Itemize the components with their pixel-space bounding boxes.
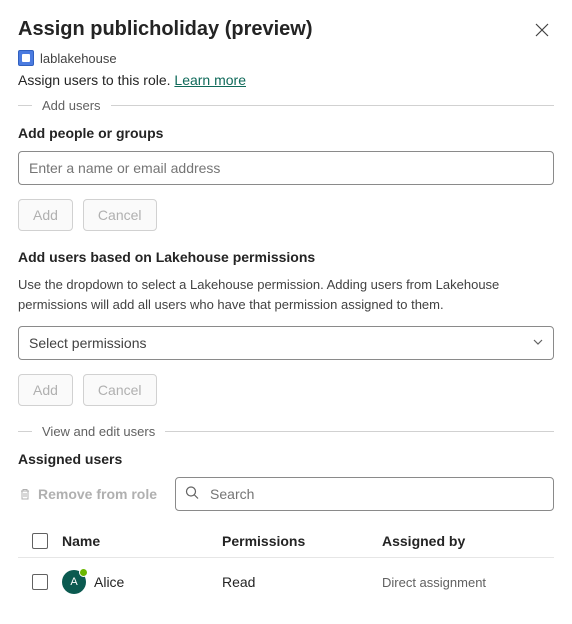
trash-icon bbox=[18, 487, 32, 501]
row-checkbox[interactable] bbox=[32, 574, 48, 590]
avatar: A bbox=[62, 570, 86, 594]
user-assigned-by: Direct assignment bbox=[382, 575, 554, 590]
remove-from-role-button[interactable]: Remove from role bbox=[18, 480, 157, 508]
column-permissions[interactable]: Permissions bbox=[222, 533, 382, 549]
add-permission-button[interactable]: Add bbox=[18, 374, 73, 406]
presence-indicator bbox=[79, 568, 88, 577]
add-lakehouse-title: Add users based on Lakehouse permissions bbox=[18, 249, 554, 265]
close-button[interactable] bbox=[530, 18, 554, 42]
page-title: Assign publicholiday (preview) bbox=[18, 18, 313, 41]
lakehouse-icon bbox=[18, 50, 34, 66]
role-description: Assign users to this role. Learn more bbox=[18, 72, 554, 88]
divider-add-users: Add users bbox=[18, 98, 554, 113]
assigned-search-input[interactable] bbox=[175, 477, 554, 511]
assigned-users-title: Assigned users bbox=[18, 451, 554, 467]
cancel-permission-button[interactable]: Cancel bbox=[83, 374, 157, 406]
lakehouse-name: lablakehouse bbox=[40, 51, 117, 66]
user-name: Alice bbox=[94, 574, 124, 590]
permissions-select[interactable]: Select permissions bbox=[18, 326, 554, 360]
cancel-people-button[interactable]: Cancel bbox=[83, 199, 157, 231]
column-name[interactable]: Name bbox=[62, 533, 222, 549]
add-lakehouse-help: Use the dropdown to select a Lakehouse p… bbox=[18, 275, 554, 314]
people-search-input[interactable] bbox=[18, 151, 554, 185]
divider-view-users: View and edit users bbox=[18, 424, 554, 439]
select-all-checkbox[interactable] bbox=[32, 533, 48, 549]
table-row[interactable]: A Alice Read Direct assignment bbox=[18, 557, 554, 606]
learn-more-link[interactable]: Learn more bbox=[174, 72, 246, 88]
search-icon bbox=[185, 486, 199, 503]
close-icon bbox=[535, 23, 549, 37]
add-people-title: Add people or groups bbox=[18, 125, 554, 141]
user-permission: Read bbox=[222, 574, 382, 590]
add-people-button[interactable]: Add bbox=[18, 199, 73, 231]
table-header: Name Permissions Assigned by bbox=[18, 525, 554, 557]
assigned-users-table: Name Permissions Assigned by A Alice Rea… bbox=[18, 525, 554, 606]
column-assigned-by[interactable]: Assigned by bbox=[382, 533, 554, 549]
